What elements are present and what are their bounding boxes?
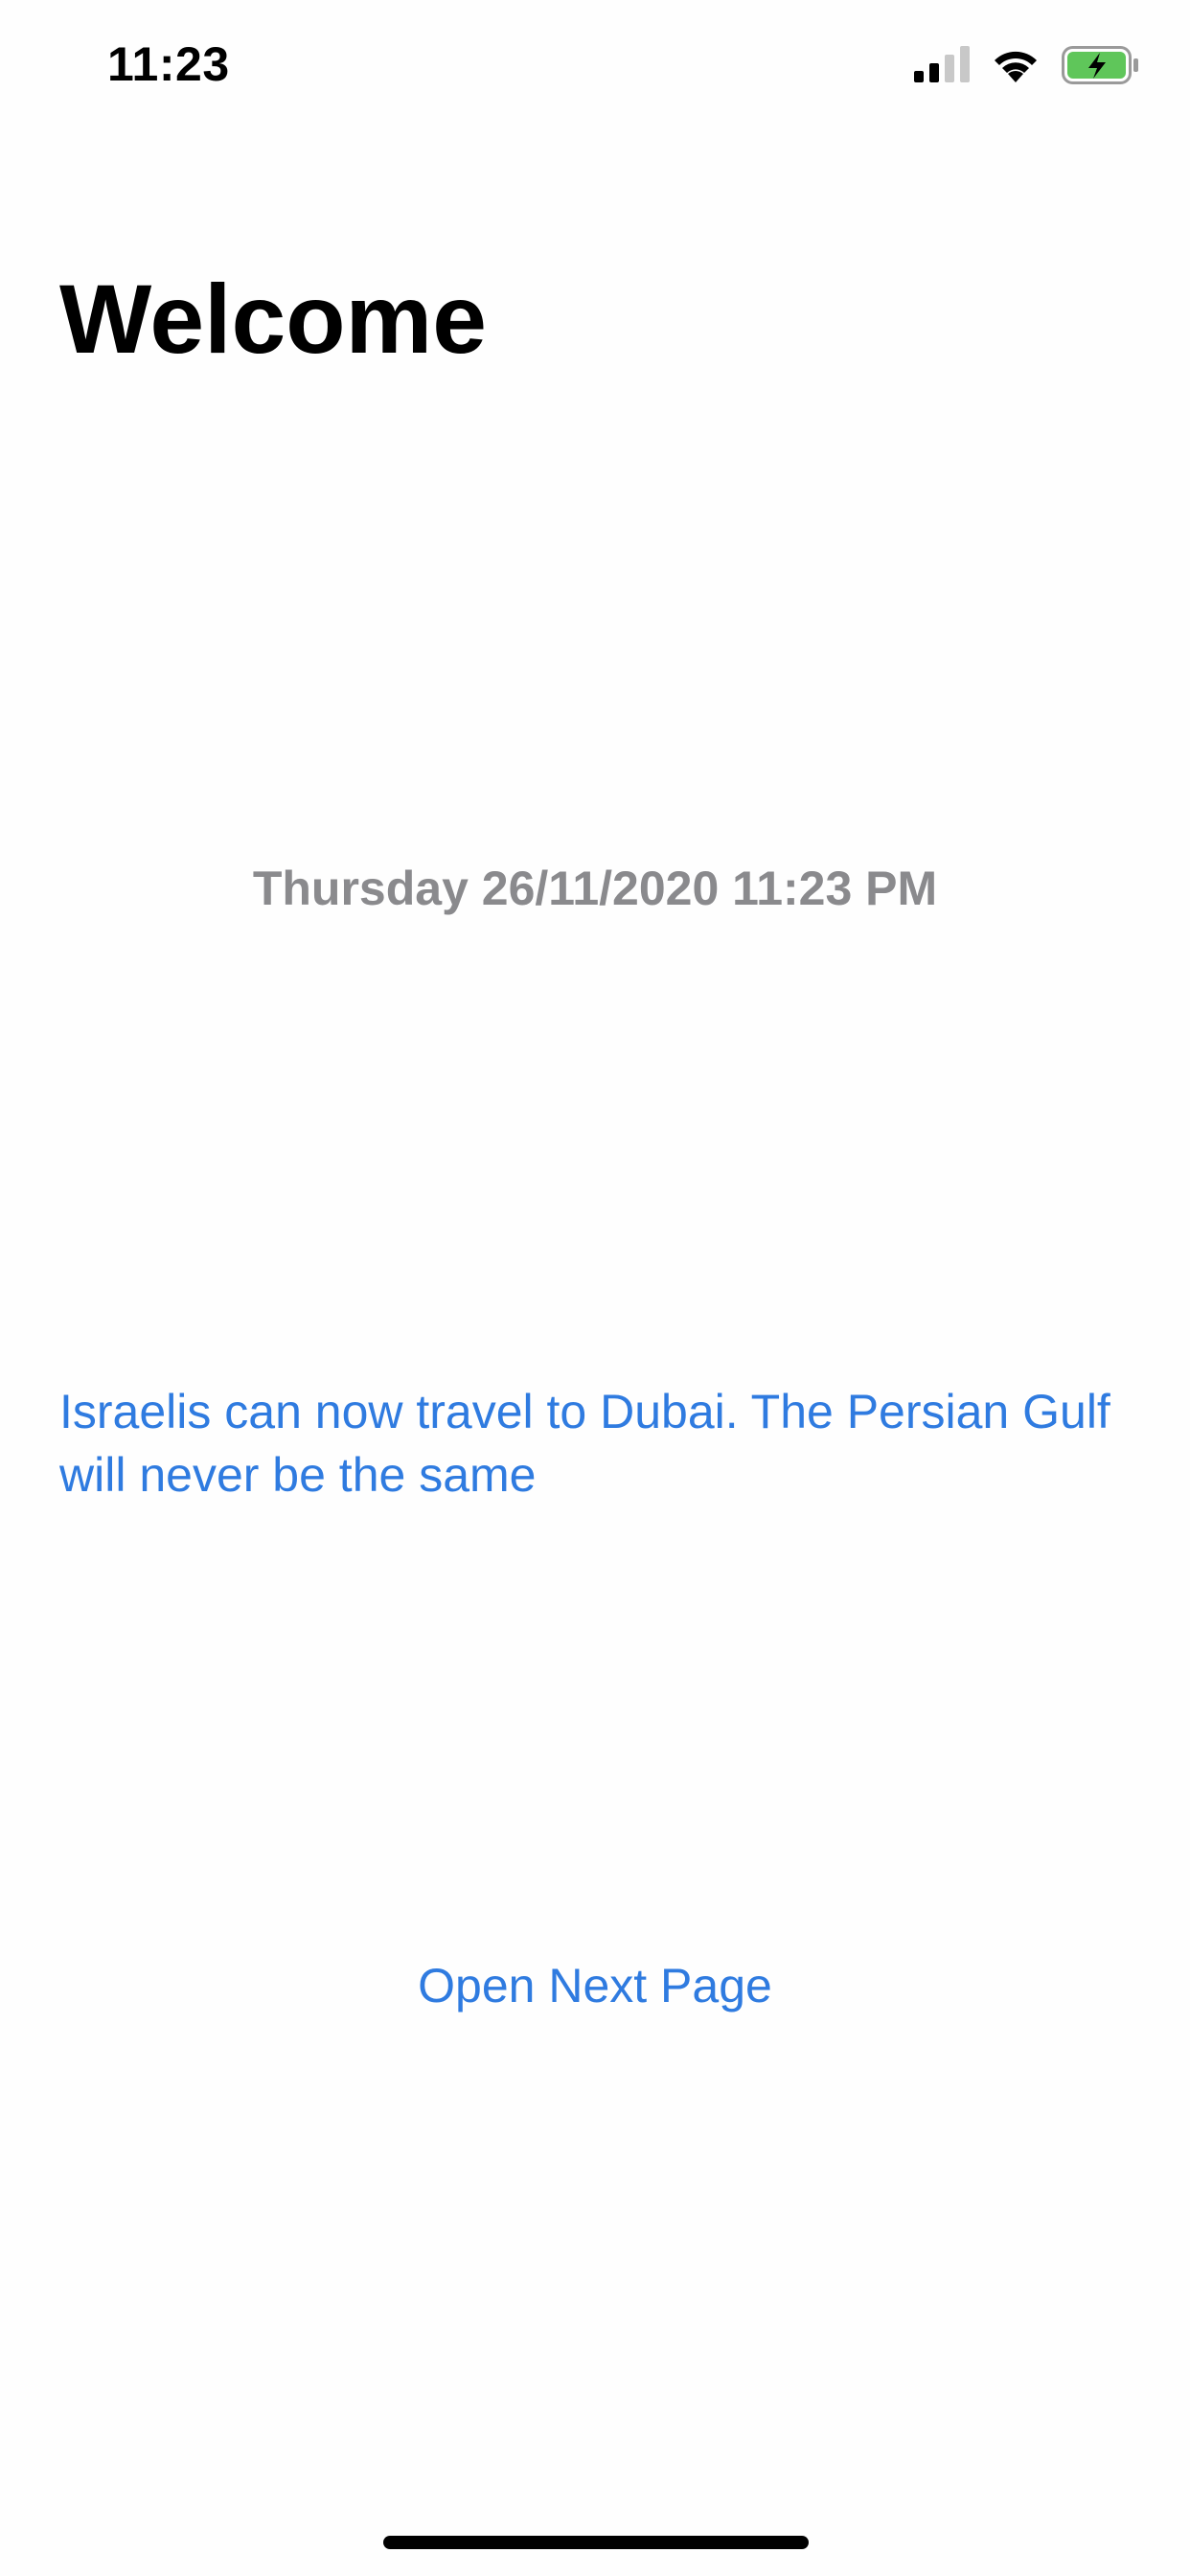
wifi-icon xyxy=(995,51,1037,82)
status-icons xyxy=(914,44,1140,86)
headline-link[interactable]: Israelis can now travel to Dubai. The Pe… xyxy=(59,1380,1142,1506)
status-time: 11:23 xyxy=(107,37,230,91)
date-label: Thursday 26/11/2020 11:23 PM xyxy=(252,862,938,915)
home-indicator[interactable] xyxy=(383,2536,809,2549)
battery-charging-icon xyxy=(1062,46,1138,84)
page-title: Welcome xyxy=(59,264,487,374)
status-bar: 11:23 xyxy=(0,0,1190,134)
signal-icon xyxy=(914,46,970,82)
app-screen: 11:23 Welcome Thursday 26/11/2020 11:23 xyxy=(0,0,1190,2576)
open-next-page-button[interactable]: Open Next Page xyxy=(0,1958,1190,2013)
